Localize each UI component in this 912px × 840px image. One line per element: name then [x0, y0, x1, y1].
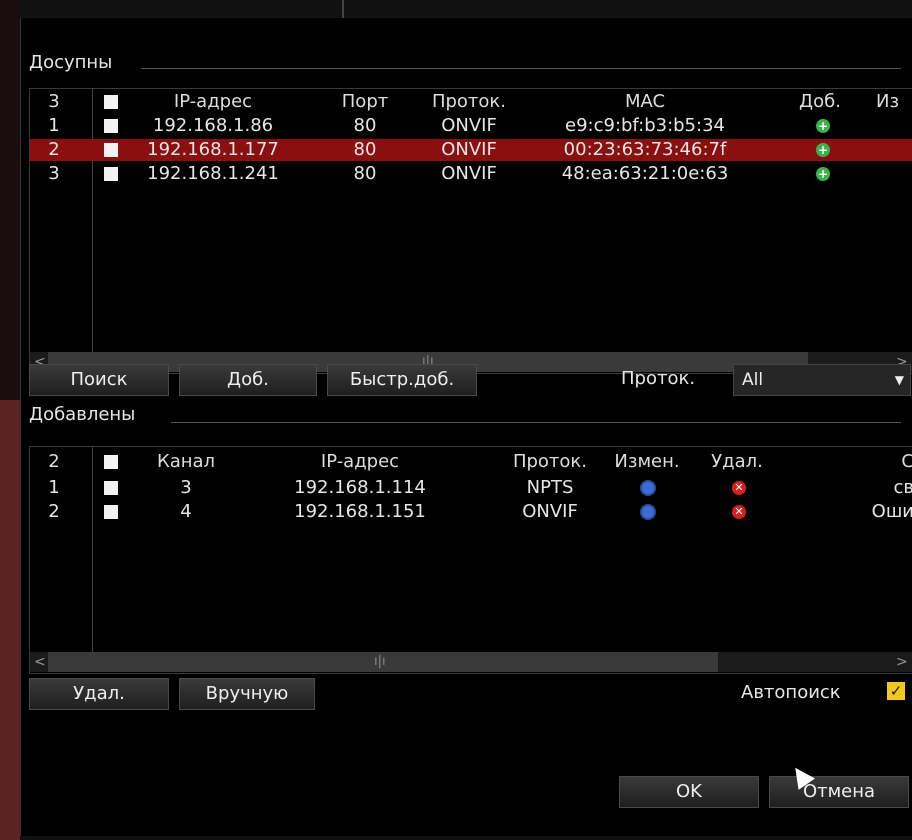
chevron-down-icon: ▼ [894, 373, 904, 387]
row-protocol: ONVIF [441, 115, 497, 136]
added-horizontal-scrollbar[interactable]: < ı|ı > [30, 652, 912, 672]
added-title-line [171, 422, 901, 423]
delete-button[interactable]: Удал. [29, 678, 169, 710]
row-mac: e9:c9:bf:b3:b5:34 [565, 115, 725, 136]
add-icon[interactable]: + [816, 143, 830, 157]
added-table-header: 2 Канал IP-адрес Проток. Измен. Удал. С [30, 451, 912, 473]
table-row[interactable]: 2 192.168.1.177 80 ONVIF 00:23:63:73:46:… [30, 139, 912, 161]
table-row[interactable]: 1 3 192.168.1.114 NPTS ✕ св [30, 477, 912, 499]
select-all-checkbox[interactable] [104, 95, 118, 109]
row-status: Оши [871, 501, 912, 522]
row-port: 80 [353, 163, 377, 184]
header-mac: MAC [624, 91, 666, 112]
row-ip: 192.168.1.86 [152, 115, 274, 136]
protocol-filter-label: Проток. [621, 368, 696, 389]
header-edit: Измен. [614, 451, 680, 472]
row-checkbox[interactable] [104, 505, 118, 519]
row-number: 1 [48, 115, 60, 136]
row-number: 3 [48, 163, 60, 184]
row-mac: 00:23:63:73:46:7f [563, 139, 727, 160]
header-delete: Удал. [711, 451, 763, 472]
manual-add-button[interactable]: Вручную [179, 678, 315, 710]
table-row[interactable]: 3 192.168.1.241 80 ONVIF 48:ea:63:21:0e:… [30, 163, 912, 185]
added-count: 2 [48, 451, 60, 472]
row-mac: 48:ea:63:21:0e:63 [561, 163, 729, 184]
row-ip: 192.168.1.114 [294, 477, 426, 498]
row-channel: 3 [180, 477, 192, 498]
available-table: 3 IP-адрес Порт Проток. MAC Доб. Из 1 19… [29, 88, 912, 374]
row-number: 1 [48, 477, 60, 498]
row-channel: 4 [180, 501, 192, 522]
add-icon[interactable]: + [816, 119, 830, 133]
row-number: 2 [48, 139, 60, 160]
available-title-line [141, 68, 901, 69]
ok-button[interactable]: OK [619, 776, 759, 808]
protocol-filter-value: All [742, 370, 764, 390]
scroll-left-arrow[interactable]: < [34, 652, 46, 672]
background-left-edge [0, 0, 20, 840]
row-protocol: ONVIF [522, 501, 578, 522]
row-protocol: ONVIF [441, 139, 497, 160]
header-protocol: Проток. [512, 451, 588, 472]
select-all-checkbox[interactable] [104, 455, 118, 469]
available-section-title: Досупны [29, 52, 113, 73]
delete-icon[interactable]: ✕ [732, 481, 746, 495]
row-ip: 192.168.1.241 [147, 163, 279, 184]
row-ip: 192.168.1.177 [147, 139, 279, 160]
row-port: 80 [353, 139, 377, 160]
header-channel: Канал [156, 451, 216, 472]
row-checkbox[interactable] [104, 481, 118, 495]
available-table-header: 3 IP-адрес Порт Проток. MAC Доб. Из [30, 91, 912, 113]
header-protocol: Проток. [431, 91, 507, 112]
gear-icon[interactable] [640, 480, 656, 496]
row-protocol: NPTS [526, 477, 574, 498]
header-ip: IP-адрес [173, 91, 253, 112]
protocol-filter-select[interactable]: All ▼ [733, 364, 911, 396]
available-count: 3 [48, 91, 60, 112]
scroll-right-arrow[interactable]: > [896, 652, 908, 672]
header-add: Доб. [799, 91, 841, 112]
row-protocol: ONVIF [441, 163, 497, 184]
search-button[interactable]: Поиск [29, 364, 169, 396]
autosearch-checkbox[interactable]: ✓ [887, 682, 905, 700]
table-row[interactable]: 2 4 192.168.1.151 ONVIF ✕ Оши [30, 501, 912, 523]
row-checkbox[interactable] [104, 119, 118, 133]
row-port: 80 [353, 115, 377, 136]
header-status: С [890, 451, 912, 473]
row-ip: 192.168.1.151 [294, 501, 426, 522]
header-ip: IP-адрес [320, 451, 400, 472]
add-icon[interactable]: + [816, 167, 830, 181]
header-port: Порт [341, 91, 389, 112]
ip-channel-dialog: Досупны 3 IP-адрес Порт Проток. MAC Доб.… [20, 18, 912, 836]
added-table: 2 Канал IP-адрес Проток. Измен. Удал. С … [29, 446, 912, 674]
row-status: св [893, 477, 912, 498]
row-number: 2 [48, 501, 60, 522]
added-section-title: Добавлены [29, 404, 136, 425]
quick-add-button[interactable]: Быстр.доб. [327, 364, 477, 396]
background-top-line [342, 0, 344, 18]
row-checkbox[interactable] [104, 143, 118, 157]
header-extra: Из [876, 91, 900, 112]
background-red-strip [0, 400, 20, 840]
scrollbar-grip-icon: ı|ı [374, 654, 386, 669]
cancel-button[interactable]: Отмена [769, 776, 909, 808]
row-checkbox[interactable] [104, 167, 118, 181]
table-row[interactable]: 1 192.168.1.86 80 ONVIF e9:c9:bf:b3:b5:3… [30, 115, 912, 137]
delete-icon[interactable]: ✕ [732, 505, 746, 519]
add-button[interactable]: Доб. [179, 364, 317, 396]
gear-icon[interactable] [640, 504, 656, 520]
autosearch-label: Автопоиск [741, 682, 841, 703]
